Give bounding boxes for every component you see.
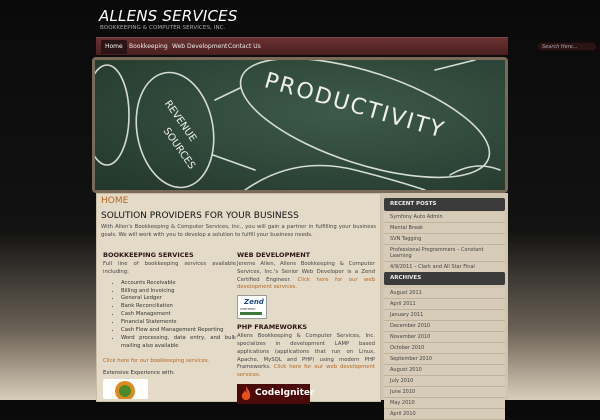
archive-link[interactable]: July 2010 [384,376,505,387]
list-item: Accounts Receivable [121,280,236,288]
archive-link[interactable]: April 2011 [384,299,505,310]
recent-posts-heading: RECENT POSTS [384,198,505,211]
zend-bar [240,312,262,316]
recent-post-link[interactable]: SVN Tagging [384,234,505,245]
bookkeeping-services-link[interactable]: Click here for our bookkeeping services. [103,358,236,364]
web-development-section: WEB DEVELOPMENT Jereme Allen, Allens Boo… [237,251,375,404]
bookkeeping-section: BOOKKEEPING SERVICES Full line of bookke… [103,251,236,401]
bookkeeping-text: Full line of bookkeeping services availa… [103,261,236,275]
page-title: HOME [101,196,129,206]
archives-list: August 2011 April 2011 January 2011 Dece… [384,288,505,420]
site-title[interactable]: ALLENS SERVICES [99,7,238,25]
codeigniter-label: CodeIgniter [255,387,315,398]
services-list: Accounts Receivable Billing and Invoicin… [103,280,236,351]
archive-link[interactable]: August 2011 [384,288,505,299]
experience-label: Extensive Experience with: [103,369,175,376]
archive-link[interactable]: August 2010 [384,365,505,376]
archive-link[interactable]: January 2011 [384,310,505,321]
search-input[interactable]: Search Here... [537,42,597,51]
web-development-text: Jereme Allen, Allens Bookkeeping & Compu… [237,261,375,292]
list-item: Cash Flow and Management Reporting [121,327,236,335]
archive-link[interactable]: September 2010 [384,354,505,365]
recent-posts-list: Symfony Auto Admin Mental Break SVN Tagg… [384,212,505,273]
archive-link[interactable]: November 2010 [384,332,505,343]
sidebar: RECENT POSTS Symfony Auto Admin Mental B… [381,193,508,420]
list-item: Financial Statements [121,319,236,327]
php-frameworks-text: Allens Bookkeeping & Computer Services, … [237,333,375,380]
archive-link[interactable]: October 2010 [384,343,505,354]
bookkeeping-heading: BOOKKEEPING SERVICES [103,251,194,259]
archive-link[interactable]: June 2010 [384,387,505,398]
nav-item-web-development[interactable]: Web Development [168,41,231,53]
nav-item-bookkeeping[interactable]: Bookkeeping [125,41,172,53]
chalkboard-image: PRODUCTIVITY REVENUE SOURCES [95,60,505,190]
codeigniter-logo: CodeIgniter [237,383,314,404]
list-item: Billing and Invoicing [121,288,236,296]
list-item: Bank Reconciliation [121,303,236,311]
recent-post-link[interactable]: Symfony Auto Admin [384,212,505,223]
banner-word-productivity: PRODUCTIVITY [262,68,448,143]
intro-paragraph: With Allen's Bookkeeping & Computer Serv… [101,224,376,238]
recent-post-link[interactable]: Professional Programmers – Constant Lear… [384,245,505,262]
list-item: Word processing, data entry, and bulk ma… [121,335,236,351]
nav-item-contact-us[interactable]: Contact Us [224,41,265,53]
web-development-heading: WEB DEVELOPMENT [237,251,311,259]
main-content: HOME SOLUTION PROVIDERS FOR YOUR BUSINES… [96,193,381,404]
page-subheading: SOLUTION PROVIDERS FOR YOUR BUSINESS [101,211,299,221]
archives-heading: ARCHIVES [384,272,505,285]
zend-logo-text: Zend [244,298,264,307]
archive-link[interactable]: December 2010 [384,321,505,332]
software-logo [103,378,148,401]
nav-item-home[interactable]: Home [101,40,127,54]
archive-link[interactable]: April 2010 [384,409,505,420]
list-item: Cash Management [121,311,236,319]
chalkboard-drawing: PRODUCTIVITY REVENUE SOURCES [95,60,501,190]
header-banner: PRODUCTIVITY REVENUE SOURCES [92,57,508,193]
main-navigation: Home Bookkeeping Web Development Contact… [96,37,597,55]
zend-certified-badge: Zend CERTIFIED ENGINEER [237,295,267,320]
php-frameworks-heading: PHP FRAMEWORKS [237,323,308,332]
list-item: General Ledger [121,295,236,303]
recent-post-link[interactable]: Mental Break [384,223,505,234]
site-tagline: BOOKKEEPING & COMPUTER SERVICES, INC. [100,25,226,31]
